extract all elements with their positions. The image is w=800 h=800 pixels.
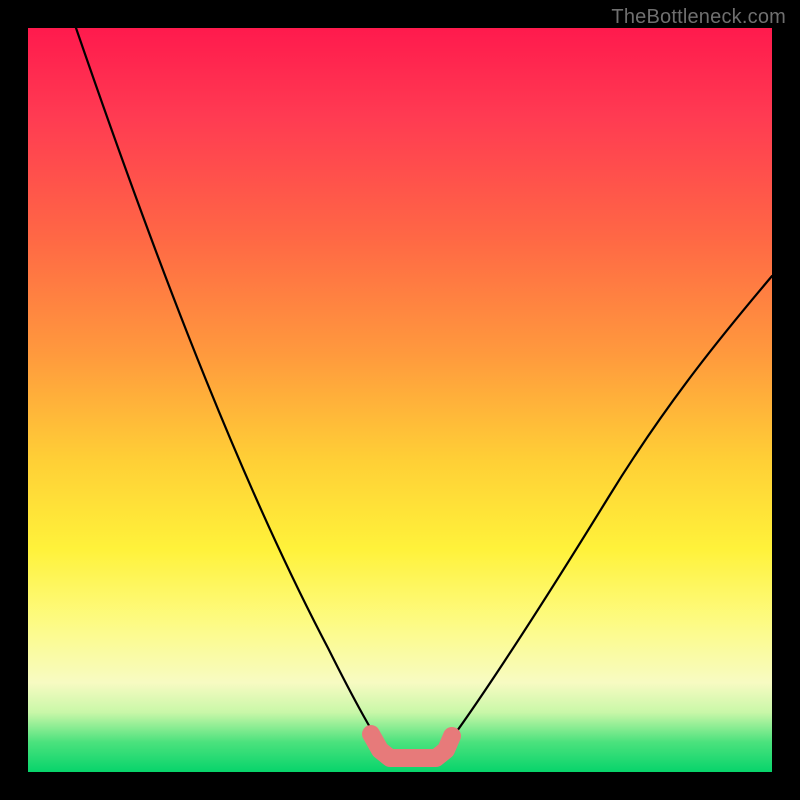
watermark-text: TheBottleneck.com — [611, 6, 786, 29]
chart-svg — [28, 28, 772, 772]
valley-bump — [371, 734, 452, 758]
left-curve — [76, 28, 386, 754]
chart-frame: TheBottleneck.com — [0, 0, 800, 800]
right-curve — [440, 276, 772, 754]
chart-plot-area — [28, 28, 772, 772]
